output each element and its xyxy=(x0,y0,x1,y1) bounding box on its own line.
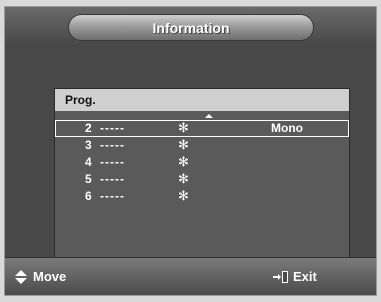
move-label: Move xyxy=(33,269,67,284)
star-icon: ✻ xyxy=(178,171,189,186)
star-icon: ✻ xyxy=(178,188,189,203)
star-icon: ✻ xyxy=(178,137,189,152)
exit-door-icon xyxy=(273,270,288,283)
program-name: ----- xyxy=(100,138,125,152)
program-name: ----- xyxy=(100,121,125,135)
program-number: 2 xyxy=(85,121,92,135)
footer-bar: Move Exit xyxy=(5,257,376,295)
osd-window: Information Prog. 2 ----- ✻ Mono 3 -----… xyxy=(4,6,377,296)
program-number: 6 xyxy=(85,189,92,203)
program-rows: 2 ----- ✻ Mono 3 ----- ✻ 4 ----- ✻ 5 ---… xyxy=(55,120,349,205)
exit-label: Exit xyxy=(293,269,317,284)
title-bar: Information xyxy=(5,7,376,43)
program-row[interactable]: 6 ----- ✻ xyxy=(55,188,349,205)
move-hint: Move xyxy=(15,269,66,284)
program-row[interactable]: 2 ----- ✻ Mono xyxy=(55,120,349,137)
program-name: ----- xyxy=(100,155,125,169)
program-row[interactable]: 3 ----- ✻ xyxy=(55,137,349,154)
scroll-up-icon[interactable] xyxy=(205,114,213,118)
program-number: 5 xyxy=(85,172,92,186)
program-number: 4 xyxy=(85,155,92,169)
program-list-panel: Prog. 2 ----- ✻ Mono 3 ----- ✻ 4 ----- ✻… xyxy=(54,88,350,269)
exit-button[interactable]: Exit xyxy=(273,269,317,284)
sound-mode: Mono xyxy=(271,121,303,135)
program-name: ----- xyxy=(100,172,125,186)
title-pill: Information xyxy=(68,14,314,41)
star-icon: ✻ xyxy=(178,154,189,169)
panel-header-label: Prog. xyxy=(65,93,96,107)
page-title: Information xyxy=(152,19,230,36)
program-name: ----- xyxy=(100,189,125,203)
program-row[interactable]: 4 ----- ✻ xyxy=(55,154,349,171)
main-area: Prog. 2 ----- ✻ Mono 3 ----- ✻ 4 ----- ✻… xyxy=(5,43,376,269)
program-row[interactable]: 5 ----- ✻ xyxy=(55,171,349,188)
panel-header: Prog. xyxy=(55,89,349,111)
up-down-arrows-icon xyxy=(15,269,27,284)
star-icon: ✻ xyxy=(178,120,189,135)
program-number: 3 xyxy=(85,138,92,152)
